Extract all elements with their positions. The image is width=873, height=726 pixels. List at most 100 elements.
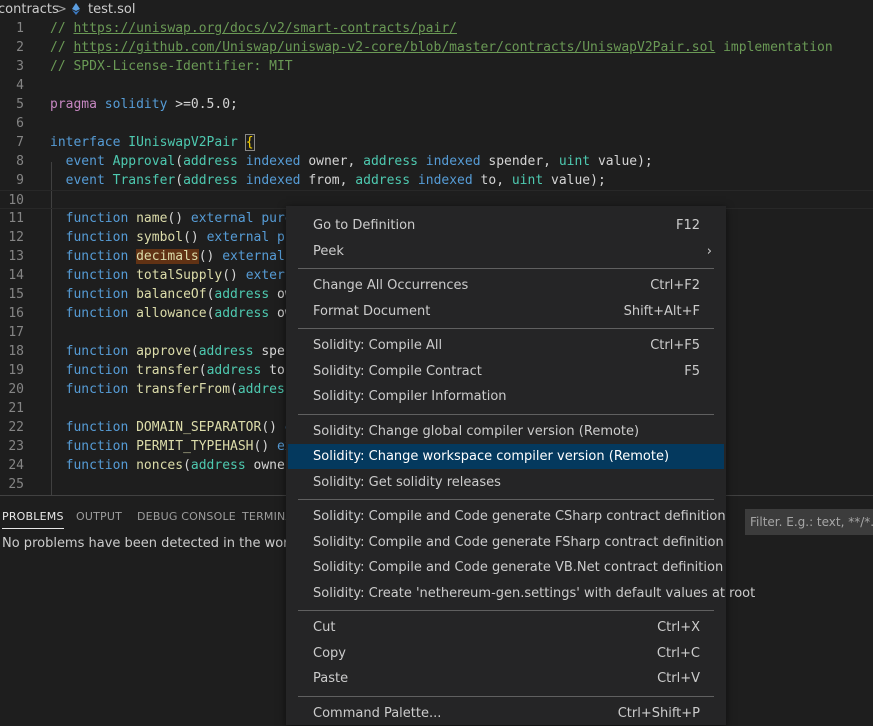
code-line[interactable]: 6 [0, 114, 873, 133]
code-line[interactable]: 2 // https://github.com/Uniswap/uniswap-v… [0, 38, 873, 57]
code-token: external [222, 249, 285, 264]
menu-item-solidity-change-global-compiler-version-remote[interactable]: Solidity: Change global compiler version… [288, 419, 724, 444]
code-token: // [50, 40, 74, 55]
code-token: name [136, 211, 168, 226]
line-number: 5 [16, 97, 24, 112]
menu-item-solidity-create-nethereum-gen-settings-with-default-values-at-root[interactable]: Solidity: Create 'nethereum-gen.settings… [288, 581, 755, 606]
code-line[interactable]: 5 pragma solidity >=0.5.0; [0, 95, 873, 114]
line-number: 17 [8, 325, 24, 340]
breadcrumb-folder[interactable]: contracts [0, 0, 59, 19]
code-token: value); [590, 154, 653, 169]
tab-debug-console[interactable]: DEBUG CONSOLE [137, 510, 236, 523]
code-token: transferFrom [136, 382, 231, 397]
line-number: 25 [8, 477, 24, 492]
menu-item-label: Go to Definition [313, 218, 416, 233]
menu-separator [298, 610, 714, 611]
menu-item-solidity-get-solidity-releases[interactable]: Solidity: Get solidity releases [288, 470, 724, 495]
menu-item-shortcut: Shift+Alt+F [623, 303, 700, 319]
line-number: 8 [16, 154, 24, 169]
code-token[interactable]: https://github.com/Uniswap/uniswap-v2-co… [73, 40, 715, 55]
menu-item-copy[interactable]: Copy Ctrl+C [288, 641, 724, 666]
line-number: 18 [8, 344, 24, 359]
line-number: 14 [8, 268, 24, 283]
code-line[interactable]: 7 interface IUniswapV2Pair { [0, 133, 873, 152]
menu-item-solidity-compiler-information[interactable]: Solidity: Compiler Information [288, 384, 724, 409]
code-text: function totalSupply() extern [50, 266, 293, 285]
menu-item-shortcut: Ctrl+X [657, 620, 700, 635]
code-line[interactable]: 9 event Transfer(address indexed from, a… [0, 171, 873, 190]
menu-item-shortcut: Ctrl+C [656, 645, 700, 661]
chevron-right-icon: › [706, 243, 712, 259]
code-token: external [190, 211, 254, 226]
menu-item-command-palette[interactable]: Command Palette... Ctrl+Shift+P [288, 701, 724, 726]
menu-item-solidity-compile-and-code-generate-fsharp-contract-definition[interactable]: Solidity: Compile and Code generate FSha… [288, 530, 724, 555]
line-number: 4 [16, 78, 24, 93]
menu-item-label: Solidity: Compile and Code generate FSha… [313, 534, 724, 550]
code-token: ( [175, 154, 184, 169]
menu-item-shortcut: Ctrl+F5 [650, 338, 700, 353]
breadcrumb-file[interactable]: test.sol [88, 0, 135, 19]
menu-item-change-all-occurrences[interactable]: Change All Occurrences Ctrl+F2 [288, 273, 724, 298]
line-number: 20 [8, 382, 24, 397]
code-token: function [65, 458, 129, 473]
code-line[interactable]: 3 // SPDX-License-Identifier: MIT [0, 57, 873, 76]
code-text: function name() external pure [50, 209, 293, 228]
code-token: indexed [417, 173, 473, 188]
menu-item-peek[interactable]: Peek › [288, 239, 724, 264]
code-token: address [190, 458, 246, 473]
menu-item-cut[interactable]: Cut Ctrl+X [288, 615, 724, 640]
problems-filter-input[interactable] [745, 509, 873, 535]
code-token: address [198, 344, 254, 359]
menu-item-go-to-definition[interactable]: Go to Definition F12 [288, 213, 724, 238]
breadcrumb-separator: > [56, 2, 67, 17]
menu-item-solidity-compile-and-code-generate-csharp-contract-definition[interactable]: Solidity: Compile and Code generate CSha… [288, 504, 726, 529]
menu-item-format-document[interactable]: Format Document Shift+Alt+F [288, 299, 724, 324]
code-token: function [65, 382, 129, 397]
line-number: 24 [8, 458, 24, 473]
code-token: // [50, 21, 74, 36]
code-token: to, [472, 173, 512, 188]
code-token: value); [543, 173, 606, 188]
code-token: ( [230, 382, 238, 397]
menu-item-solidity-compile-all[interactable]: Solidity: Compile All Ctrl+F5 [288, 333, 724, 358]
code-line[interactable]: 4 [0, 76, 873, 95]
code-token: address [237, 382, 293, 397]
menu-item-label: Solidity: Compile and Code generate CSha… [313, 509, 726, 524]
code-text: function transferFrom(address [50, 380, 293, 399]
code-token: PERMIT_TYPEHASH [136, 439, 254, 454]
code-token: () [183, 230, 207, 245]
code-line[interactable]: 8 event Approval(address indexed owner, … [0, 152, 873, 171]
code-token: Approval [112, 154, 176, 169]
tab-problems[interactable]: PROBLEMS [2, 510, 64, 529]
menu-item-paste[interactable]: Paste Ctrl+V [288, 666, 724, 691]
line-number: 12 [8, 230, 24, 245]
menu-item-solidity-compile-and-code-generate-vb-net-contract-definition[interactable]: Solidity: Compile and Code generate VB.N… [288, 555, 724, 580]
code-token: function [65, 287, 129, 302]
line-number: 23 [8, 439, 24, 454]
menu-item-solidity-change-workspace-compiler-version-remote[interactable]: Solidity: Change workspace compiler vers… [288, 444, 724, 469]
code-token: decimals [136, 249, 199, 264]
tab-output[interactable]: OUTPUT [76, 510, 122, 523]
code-token: event [65, 173, 105, 188]
code-token[interactable]: https://uniswap.org/docs/v2/smart-contra… [73, 21, 457, 36]
code-line[interactable]: 1 // https://uniswap.org/docs/v2/smart-co… [0, 19, 873, 38]
code-text: function balanceOf(address ow [50, 285, 293, 304]
menu-item-shortcut: Ctrl+V [657, 671, 700, 686]
code-token: address [214, 306, 270, 321]
menu-item-solidity-compile-contract[interactable]: Solidity: Compile Contract F5 [288, 359, 724, 384]
